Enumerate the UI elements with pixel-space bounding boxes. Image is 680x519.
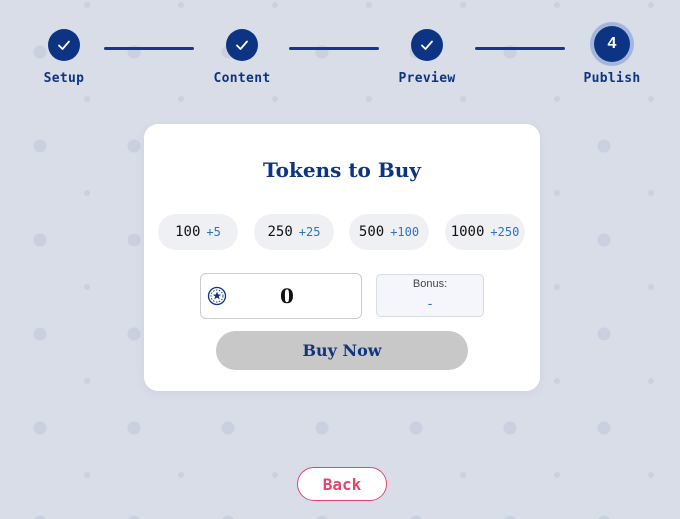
step-label-preview: Preview — [398, 71, 456, 86]
package-amount: 250 — [267, 224, 293, 240]
package-amount: 500 — [358, 224, 385, 240]
buy-now-button[interactable]: Buy Now — [216, 331, 468, 370]
bonus-value: - — [427, 295, 433, 311]
check-icon — [58, 40, 70, 50]
check-icon — [421, 40, 433, 50]
step-content-indicator[interactable] — [226, 29, 258, 61]
package-option-100[interactable]: 100 +5 — [158, 214, 238, 250]
step-preview-indicator[interactable] — [411, 29, 443, 61]
check-icon — [236, 40, 248, 50]
step-setup-indicator[interactable] — [48, 29, 80, 61]
back-button[interactable]: Back — [297, 467, 387, 501]
step-label-publish: Publish — [583, 71, 641, 86]
step-connector — [104, 47, 194, 50]
progress-stepper: 4 Setup Content Preview Publish — [0, 14, 680, 86]
package-option-250[interactable]: 250 +25 — [254, 214, 334, 250]
bonus-label: Bonus: — [412, 278, 448, 290]
package-option-500[interactable]: 500 +100 — [349, 214, 429, 250]
step-publish-indicator: 4 — [594, 26, 630, 62]
package-bonus: +250 — [490, 225, 520, 239]
package-amount: 1000 — [450, 224, 485, 240]
package-amount: 100 — [175, 224, 201, 240]
package-bonus: +100 — [390, 225, 420, 239]
step-label-content: Content — [213, 71, 271, 86]
bonus-display: Bonus: - — [376, 274, 484, 317]
token-purchase-card: Tokens to Buy 100 +5 250 +25 500 +100 10… — [144, 124, 540, 391]
step-label-setup: Setup — [43, 71, 85, 86]
step-connector — [475, 47, 565, 50]
token-amount-input[interactable]: 0 — [200, 273, 362, 319]
token-amount-value: 0 — [280, 284, 294, 308]
package-bonus: +5 — [206, 225, 221, 239]
package-bonus: +25 — [298, 225, 321, 239]
package-option-1000[interactable]: 1000 +250 — [445, 214, 525, 250]
card-title: Tokens to Buy — [263, 158, 421, 182]
step-number: 4 — [607, 35, 617, 52]
step-connector — [289, 47, 379, 50]
